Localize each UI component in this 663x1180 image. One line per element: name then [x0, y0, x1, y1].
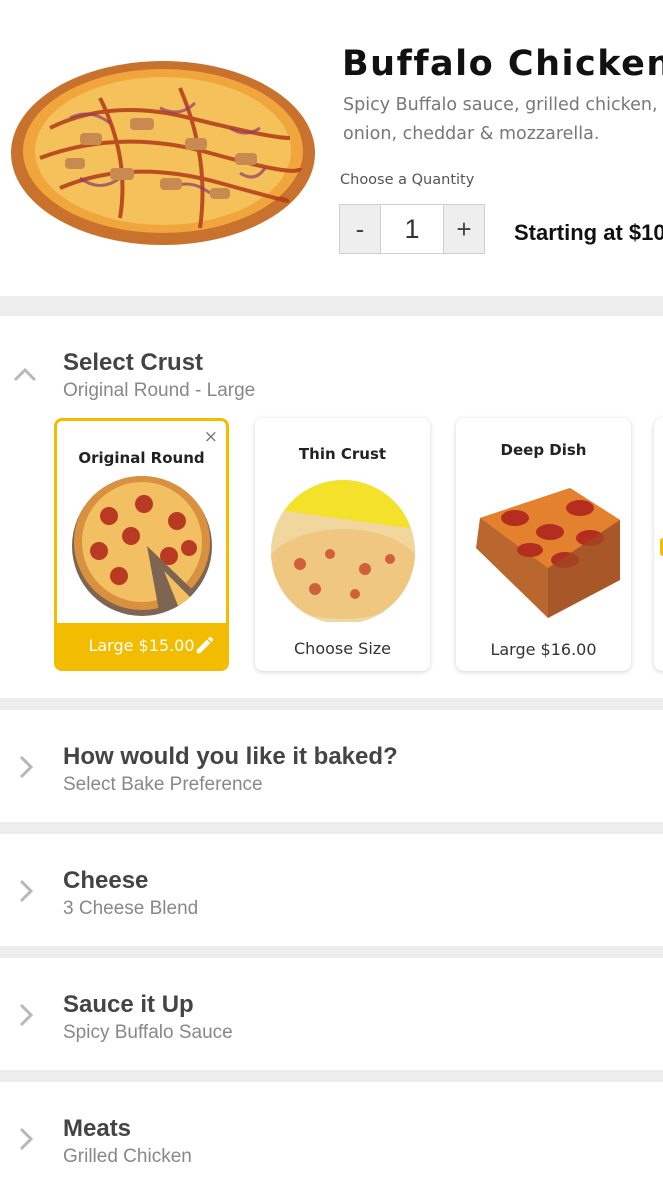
- bake-subtitle: Select Bake Preference: [63, 774, 263, 795]
- close-icon[interactable]: ×: [204, 427, 218, 447]
- chevron-right-icon: [19, 1003, 34, 1027]
- quantity-value[interactable]: 1: [381, 204, 443, 254]
- deep-dish-pizza-image: [476, 488, 620, 618]
- crust-title: Select Crust: [63, 349, 204, 376]
- chevron-up-icon: [13, 367, 37, 382]
- crust-option-original-round[interactable]: × Original Round Large $15.00: [54, 418, 229, 671]
- bake-title: How would you like it baked?: [63, 743, 398, 770]
- bake-section[interactable]: How would you like it baked? Select Bake…: [0, 710, 663, 822]
- crust-option-deep-dish[interactable]: Deep Dish Large $16.00: [456, 418, 631, 671]
- original-round-pizza-image: [72, 476, 212, 616]
- crust-option-price: Large $16.00: [490, 640, 597, 659]
- pencil-icon[interactable]: [194, 634, 216, 656]
- crust-option-thin-crust[interactable]: Thin Crust Choose Size: [255, 418, 430, 671]
- quantity-stepper: - 1 +: [339, 204, 485, 254]
- crust-section-header[interactable]: Select Crust Original Round - Large: [0, 316, 663, 408]
- product-title: Buffalo Chicken: [342, 44, 663, 84]
- section-divider: [0, 698, 663, 710]
- crust-option-more[interactable]: [654, 418, 663, 671]
- sauce-section[interactable]: Sauce it Up Spicy Buffalo Sauce: [0, 958, 663, 1070]
- cheese-section[interactable]: Cheese 3 Cheese Blend: [0, 834, 663, 946]
- crust-option-name: Thin Crust: [298, 445, 387, 463]
- section-divider: [0, 822, 663, 834]
- chevron-right-icon: [19, 755, 34, 779]
- decrement-button[interactable]: -: [339, 204, 381, 254]
- meats-section[interactable]: Meats Grilled Chicken: [0, 1082, 663, 1180]
- buffalo-chicken-pizza-image: [11, 61, 315, 245]
- sauce-title: Sauce it Up: [63, 991, 194, 1018]
- product-header: Buffalo Chicken Spicy Buffalo sauce, gri…: [0, 0, 663, 296]
- crust-subtitle: Original Round - Large: [63, 380, 256, 401]
- crust-price-bar[interactable]: Large $15.00: [57, 623, 226, 668]
- starting-price: Starting at $10: [514, 220, 663, 245]
- cheese-subtitle: 3 Cheese Blend: [63, 898, 199, 919]
- crust-option-name: Deep Dish: [500, 441, 587, 459]
- quantity-label: Choose a Quantity: [340, 172, 475, 188]
- section-divider: [0, 1070, 663, 1082]
- sauce-subtitle: Spicy Buffalo Sauce: [63, 1022, 233, 1043]
- increment-button[interactable]: +: [443, 204, 485, 254]
- meats-subtitle: Grilled Chicken: [63, 1146, 192, 1167]
- section-divider: [0, 296, 663, 316]
- crust-option-price: Choose Size: [294, 639, 391, 658]
- thin-crust-pizza-image: [271, 480, 415, 622]
- meats-title: Meats: [63, 1115, 132, 1142]
- chevron-right-icon: [19, 879, 34, 903]
- section-divider: [0, 946, 663, 958]
- crust-option-name: Original Round: [78, 449, 205, 467]
- product-description: Spicy Buffalo sauce, grilled chicken, re…: [343, 95, 663, 144]
- cheese-title: Cheese: [63, 867, 149, 894]
- chevron-right-icon: [19, 1127, 34, 1151]
